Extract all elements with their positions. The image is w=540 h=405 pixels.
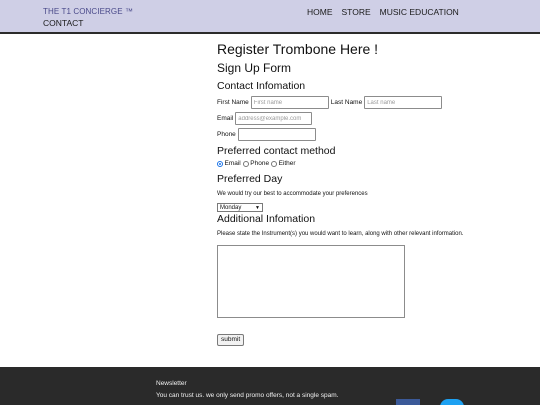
phone-label: Phone	[217, 131, 236, 138]
phone-row: Phone	[217, 128, 527, 141]
facebook-icon[interactable]	[396, 399, 420, 405]
last-name-input[interactable]	[364, 96, 443, 109]
first-name-input[interactable]	[250, 96, 329, 109]
newsletter-title: Newsletter	[156, 380, 187, 387]
day-heading: Preferred Day	[217, 173, 283, 185]
nav-home[interactable]: HOME	[307, 7, 333, 17]
day-select[interactable]: Monday ▼	[217, 203, 263, 212]
method-email-label: Email	[224, 160, 241, 167]
day-note: We would try our best to accommodate you…	[217, 191, 368, 197]
site-header: THE T1 CONCIERGE ™ CONTACT HOME STORE MU…	[0, 0, 540, 34]
nav-contact[interactable]: CONTACT	[43, 18, 83, 28]
additional-info-textarea[interactable]	[217, 245, 405, 318]
method-either-option[interactable]: Either	[271, 160, 296, 167]
page-title: Register Trombone Here !	[217, 41, 379, 57]
twitter-icon[interactable]	[440, 399, 464, 405]
main-nav: HOME STORE MUSIC EDUCATION	[307, 7, 459, 17]
chevron-down-icon: ▼	[255, 204, 260, 211]
brand-link[interactable]: THE T1 CONCIERGE ™	[43, 7, 133, 16]
method-phone-option[interactable]: Phone	[242, 160, 270, 167]
additional-heading: Additional Infomation	[217, 213, 316, 225]
site-footer: Newsletter You can trust us. we only sen…	[0, 367, 540, 405]
form-subtitle: Sign Up Form	[217, 61, 292, 75]
nav-store[interactable]: STORE	[342, 7, 371, 17]
email-input[interactable]	[235, 112, 313, 125]
email-label: Email	[217, 115, 234, 122]
contact-heading: Contact Infomation	[217, 80, 306, 92]
radio-phone[interactable]	[242, 160, 249, 167]
additional-note: Please state the Instrument(s) you would…	[217, 231, 464, 237]
contact-method-group: Email Phone Either	[217, 160, 527, 167]
newsletter-text: You can trust us. we only send promo off…	[156, 392, 339, 399]
last-name-label: Last Name	[330, 99, 363, 106]
email-row: Email	[217, 112, 527, 125]
phone-input[interactable]	[237, 128, 316, 141]
radio-either[interactable]	[271, 160, 278, 167]
first-name-label: First Name	[217, 99, 249, 106]
submit-button[interactable]: submit	[217, 334, 245, 346]
day-select-value: Monday	[220, 204, 242, 211]
method-either-label: Either	[278, 160, 296, 167]
nav-music-education[interactable]: MUSIC EDUCATION	[380, 7, 459, 17]
method-phone-label: Phone	[250, 160, 270, 167]
method-heading: Preferred contact method	[217, 145, 336, 157]
method-email-option[interactable]: Email	[217, 160, 241, 167]
radio-email[interactable]	[217, 160, 223, 167]
signup-form: Register Trombone Here ! Sign Up Form Co…	[217, 40, 527, 346]
name-row: First Name Last Name	[217, 96, 527, 109]
